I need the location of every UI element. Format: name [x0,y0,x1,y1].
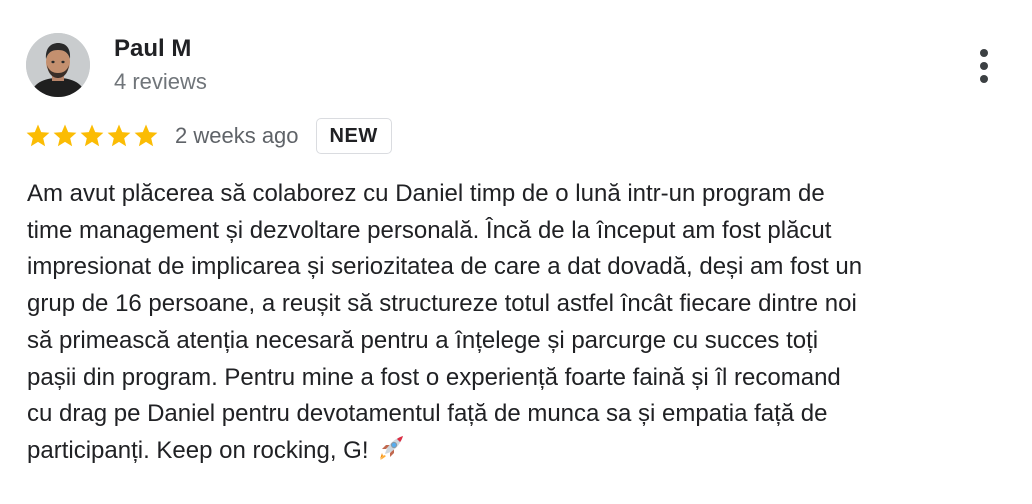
review-text-line-content: impresionat de implicarea și seriozitate… [27,253,863,281]
vertical-ellipsis-icon [980,49,988,57]
author-reviews-count[interactable]: 4 reviews [114,68,207,96]
star-icon [106,123,132,149]
rating-row: 2 weeks ago NEW [25,116,392,156]
star-rating [25,123,159,149]
new-badge: NEW [315,118,392,154]
review-text-line-content: pașii din program. Pentru mine a fost o … [27,363,841,391]
review-text-line: grup de 16 persoane, a reușit să structu… [27,286,1017,323]
review-text-line: pașii din program. Pentru mine a fost o … [27,360,1017,397]
star-icon [133,123,159,149]
review-text-line: Am avut plăcerea să colaborez cu Daniel … [27,176,1017,213]
review-text: Am avut plăcerea să colaborez cu Daniel … [27,176,1017,474]
star-icon [79,123,105,149]
author-photo-icon [26,33,90,97]
review-text-line-content: cu drag pe Daniel pentru devotamentul fa… [27,400,828,428]
review-text-line: impresionat de implicarea și seriozitate… [27,249,1017,286]
author-name[interactable]: Paul M [114,34,191,64]
review-text-line-content: Am avut plăcerea să colaborez cu Daniel … [27,180,825,207]
star-icon [52,123,78,149]
vertical-ellipsis-icon [980,75,988,83]
review-text-line-content: time management și dezvoltare personală.… [27,216,832,244]
review-text-line: cu drag pe Daniel pentru devotamentul fa… [27,396,1017,433]
star-icon [25,123,51,149]
rocket-icon [377,434,405,474]
review-text-line-content: participanți. Keep on rocking, G! [27,436,369,464]
more-options-button[interactable] [966,44,1002,88]
review-text-line-content: grup de 16 persoane, a reușit să structu… [27,290,857,318]
review-text-line-content: să primească atenția necesară pentru a î… [27,326,819,354]
vertical-ellipsis-icon [980,62,988,70]
review-card: Paul M 4 reviews 2 weeks ago NEW Am avut… [0,0,1032,504]
review-text-line: participanți. Keep on rocking, G! [27,433,1017,474]
review-date: 2 weeks ago [175,123,299,148]
review-text-line: să primească atenția necesară pentru a î… [27,323,1017,360]
author-avatar[interactable] [26,33,90,97]
review-text-line: time management și dezvoltare personală.… [27,213,1017,250]
